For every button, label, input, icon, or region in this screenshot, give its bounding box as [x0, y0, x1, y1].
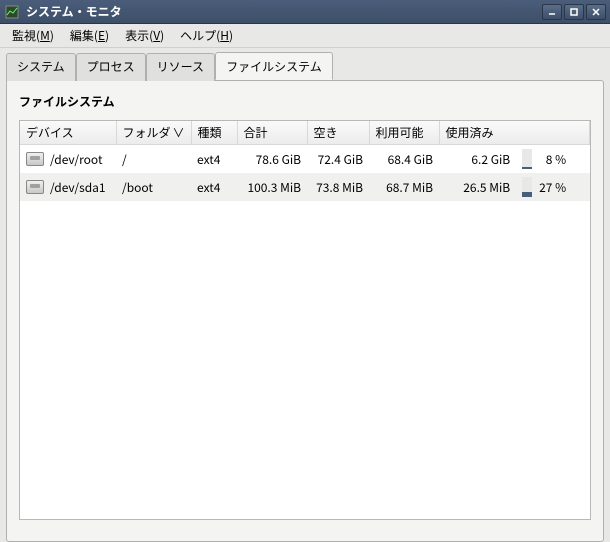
cell-device: /dev/sda1: [20, 173, 116, 201]
column-used[interactable]: 使用済み: [439, 121, 589, 145]
menu-help[interactable]: ヘルプ(H): [174, 25, 239, 46]
tab-filesystems[interactable]: ファイルシステム: [215, 52, 333, 80]
cell-used: 26.5 MiB: [439, 173, 516, 201]
table-header-row: デバイス フォルダ∨ 種類 合計 空き 利用可能 使用済み: [20, 121, 590, 145]
tabbar: システム プロセス リソース ファイルシステム: [0, 48, 610, 80]
window-controls: [542, 4, 606, 20]
column-device[interactable]: デバイス: [20, 121, 116, 145]
menu-edit[interactable]: 編集(E): [64, 25, 115, 46]
cell-type: ext4: [191, 145, 237, 174]
titlebar: システム・モニタ: [0, 0, 610, 24]
cell-folder: /boot: [116, 173, 191, 201]
content-panel: ファイルシステム デバイス フォルダ∨ 種類 合計 空き 利用可能 使用済み /…: [6, 80, 604, 542]
cell-used-pct: 8 %: [516, 145, 589, 174]
close-button[interactable]: [586, 4, 606, 20]
cell-total: 78.6 GiB: [237, 145, 307, 174]
window-title: システム・モニタ: [26, 3, 542, 20]
cell-free: 73.8 MiB: [307, 173, 369, 201]
cell-available: 68.4 GiB: [369, 145, 439, 174]
maximize-button[interactable]: [564, 4, 584, 20]
filesystem-table-container: デバイス フォルダ∨ 種類 合計 空き 利用可能 使用済み /dev/root …: [19, 120, 591, 520]
column-available[interactable]: 利用可能: [369, 121, 439, 145]
menu-monitor[interactable]: 監視(M): [6, 25, 60, 46]
cell-used: 6.2 GiB: [439, 145, 516, 174]
disk-icon: [26, 180, 44, 194]
cell-total: 100.3 MiB: [237, 173, 307, 201]
disk-icon: [26, 152, 44, 166]
app-icon: [4, 4, 20, 20]
cell-type: ext4: [191, 173, 237, 201]
menu-view[interactable]: 表示(V): [119, 25, 170, 46]
cell-device: /dev/root: [20, 145, 116, 174]
table-row[interactable]: /dev/root / ext4 78.6 GiB 72.4 GiB 68.4 …: [20, 145, 590, 174]
cell-available: 68.7 MiB: [369, 173, 439, 201]
usage-bar: [522, 149, 532, 169]
column-total[interactable]: 合計: [237, 121, 307, 145]
tab-system[interactable]: システム: [6, 53, 76, 81]
cell-folder: /: [116, 145, 191, 174]
minimize-button[interactable]: [542, 4, 562, 20]
section-title: ファイルシステム: [19, 93, 591, 110]
tab-processes[interactable]: プロセス: [76, 53, 146, 81]
usage-bar: [522, 177, 532, 197]
menubar: 監視(M) 編集(E) 表示(V) ヘルプ(H): [0, 24, 610, 48]
column-folder[interactable]: フォルダ∨: [116, 121, 191, 145]
tab-resources[interactable]: リソース: [146, 53, 215, 81]
sort-indicator-icon: ∨: [173, 124, 185, 141]
cell-used-pct: 27 %: [516, 173, 589, 201]
column-type[interactable]: 種類: [191, 121, 237, 145]
column-free[interactable]: 空き: [307, 121, 369, 145]
filesystem-table: デバイス フォルダ∨ 種類 合計 空き 利用可能 使用済み /dev/root …: [20, 121, 590, 201]
table-row[interactable]: /dev/sda1 /boot ext4 100.3 MiB 73.8 MiB …: [20, 173, 590, 201]
cell-free: 72.4 GiB: [307, 145, 369, 174]
